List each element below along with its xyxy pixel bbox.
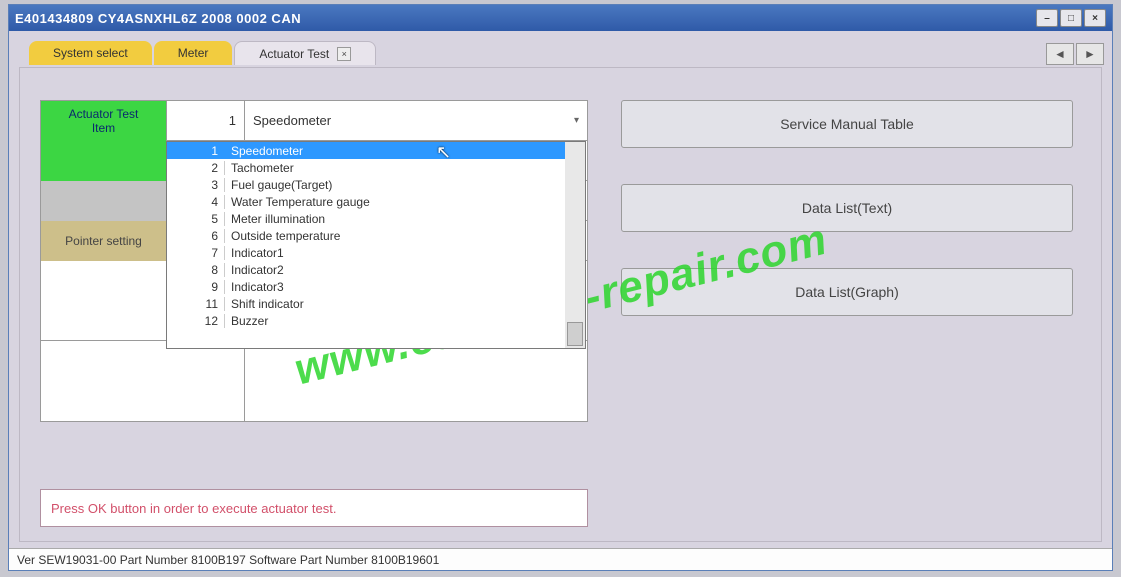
dropdown-option-number: 9 xyxy=(167,280,225,294)
maximize-button[interactable]: □ xyxy=(1060,9,1082,27)
dropdown-scrollbar[interactable] xyxy=(565,142,585,348)
minimize-button[interactable]: – xyxy=(1036,9,1058,27)
dropdown-option[interactable]: 12Buzzer xyxy=(167,312,565,329)
dropdown-option-number: 2 xyxy=(167,161,225,175)
dropdown-option[interactable]: 9Indicator3 xyxy=(167,278,565,295)
grid-cell xyxy=(41,341,245,421)
dropdown-option-number: 8 xyxy=(167,263,225,277)
grid-row-blank-lower-2 xyxy=(41,341,587,421)
tab-label: System select xyxy=(53,46,128,60)
content-panel: Actuator Test Item 1 Speedometer ▾ Point… xyxy=(19,67,1102,542)
dropdown-option-number: 12 xyxy=(167,314,225,328)
instruction-text: Press OK button in order to execute actu… xyxy=(51,501,336,516)
data-list-graph-button[interactable]: Data List(Graph) xyxy=(621,268,1073,316)
button-label: Service Manual Table xyxy=(780,116,914,132)
status-text: Ver SEW19031-00 Part Number 8100B197 Sof… xyxy=(17,553,439,567)
grid-header-blank-green xyxy=(41,141,167,181)
right-button-column: Service Manual Table Data List(Text) Dat… xyxy=(621,100,1073,316)
dropdown-option-label: Indicator2 xyxy=(225,263,565,277)
dropdown-option[interactable]: 6Outside temperature xyxy=(167,227,565,244)
actuator-test-item-number: 1 xyxy=(167,101,245,140)
dropdown-option-number: 1 xyxy=(167,144,225,158)
dropdown-option-label: Speedometer xyxy=(225,144,565,158)
dropdown-option-label: Meter illumination xyxy=(225,212,565,226)
grid-cell xyxy=(245,341,587,421)
dropdown-option-label: Shift indicator xyxy=(225,297,565,311)
app-window: E401434809 CY4ASNXHL6Z 2008 0002 CAN – □… xyxy=(8,4,1113,571)
dropdown-option-label: Outside temperature xyxy=(225,229,565,243)
titlebar: E401434809 CY4ASNXHL6Z 2008 0002 CAN – □… xyxy=(9,5,1112,31)
dropdown-option[interactable]: 1Speedometer xyxy=(167,142,565,159)
dropdown-option-label: Buzzer xyxy=(225,314,565,328)
dropdown-option-number: 6 xyxy=(167,229,225,243)
dropdown-option[interactable]: 7Indicator1 xyxy=(167,244,565,261)
tab-system-select[interactable]: System select xyxy=(29,41,152,65)
dropdown-option[interactable]: 4Water Temperature gauge xyxy=(167,193,565,210)
dropdown-option[interactable]: 11Shift indicator xyxy=(167,295,565,312)
scrollbar-thumb[interactable] xyxy=(567,322,583,346)
dropdown-option[interactable]: 8Indicator2 xyxy=(167,261,565,278)
grid-header-blank-grey xyxy=(41,181,167,221)
actuator-item-dropdown-list: 1Speedometer2Tachometer3Fuel gauge(Targe… xyxy=(166,141,586,349)
window-controls: – □ × xyxy=(1036,9,1106,27)
dropdown-option[interactable]: 2Tachometer xyxy=(167,159,565,176)
dropdown-option-number: 7 xyxy=(167,246,225,260)
pointer-setting-header: Pointer setting xyxy=(41,221,167,261)
dropdown-option-number: 5 xyxy=(167,212,225,226)
nav-next-button[interactable]: ► xyxy=(1076,43,1104,65)
dropdown-option-number: 11 xyxy=(167,297,225,311)
dropdown-option-label: Indicator3 xyxy=(225,280,565,294)
tab-bar: System select Meter Actuator Test × ◄ ► xyxy=(9,31,1112,65)
actuator-test-item-dropdown[interactable]: Speedometer ▾ xyxy=(245,101,587,140)
window-title: E401434809 CY4ASNXHL6Z 2008 0002 CAN xyxy=(15,11,1036,26)
dropdown-option-label: Indicator1 xyxy=(225,246,565,260)
dropdown-option-label: Fuel gauge(Target) xyxy=(225,178,565,192)
dropdown-selected-value: Speedometer xyxy=(253,113,331,128)
tab-label: Meter xyxy=(178,46,209,60)
chevron-down-icon: ▾ xyxy=(574,115,579,126)
tab-meter[interactable]: Meter xyxy=(154,41,233,65)
dropdown-option[interactable]: 3Fuel gauge(Target) xyxy=(167,176,565,193)
dropdown-option-number: 3 xyxy=(167,178,225,192)
actuator-test-item-header: Actuator Test Item xyxy=(41,101,167,141)
tab-close-icon[interactable]: × xyxy=(337,47,351,61)
nav-prev-button[interactable]: ◄ xyxy=(1046,43,1074,65)
dropdown-option-label: Water Temperature gauge xyxy=(225,195,565,209)
instruction-bar: Press OK button in order to execute actu… xyxy=(40,489,588,527)
dropdown-listbox[interactable]: 1Speedometer2Tachometer3Fuel gauge(Targe… xyxy=(167,142,565,348)
tab-label: Actuator Test xyxy=(259,47,329,61)
dropdown-option-label: Tachometer xyxy=(225,161,565,175)
data-list-text-button[interactable]: Data List(Text) xyxy=(621,184,1073,232)
tab-actuator-test[interactable]: Actuator Test × xyxy=(234,41,376,65)
status-bar: Ver SEW19031-00 Part Number 8100B197 Sof… xyxy=(9,548,1112,570)
service-manual-table-button[interactable]: Service Manual Table xyxy=(621,100,1073,148)
tab-nav: ◄ ► xyxy=(1046,43,1112,65)
dropdown-option-number: 4 xyxy=(167,195,225,209)
button-label: Data List(Graph) xyxy=(795,284,898,300)
dropdown-option[interactable]: 5Meter illumination xyxy=(167,210,565,227)
button-label: Data List(Text) xyxy=(802,200,892,216)
grid-row-actuator-item: Actuator Test Item 1 Speedometer ▾ xyxy=(41,101,587,141)
close-button[interactable]: × xyxy=(1084,9,1106,27)
